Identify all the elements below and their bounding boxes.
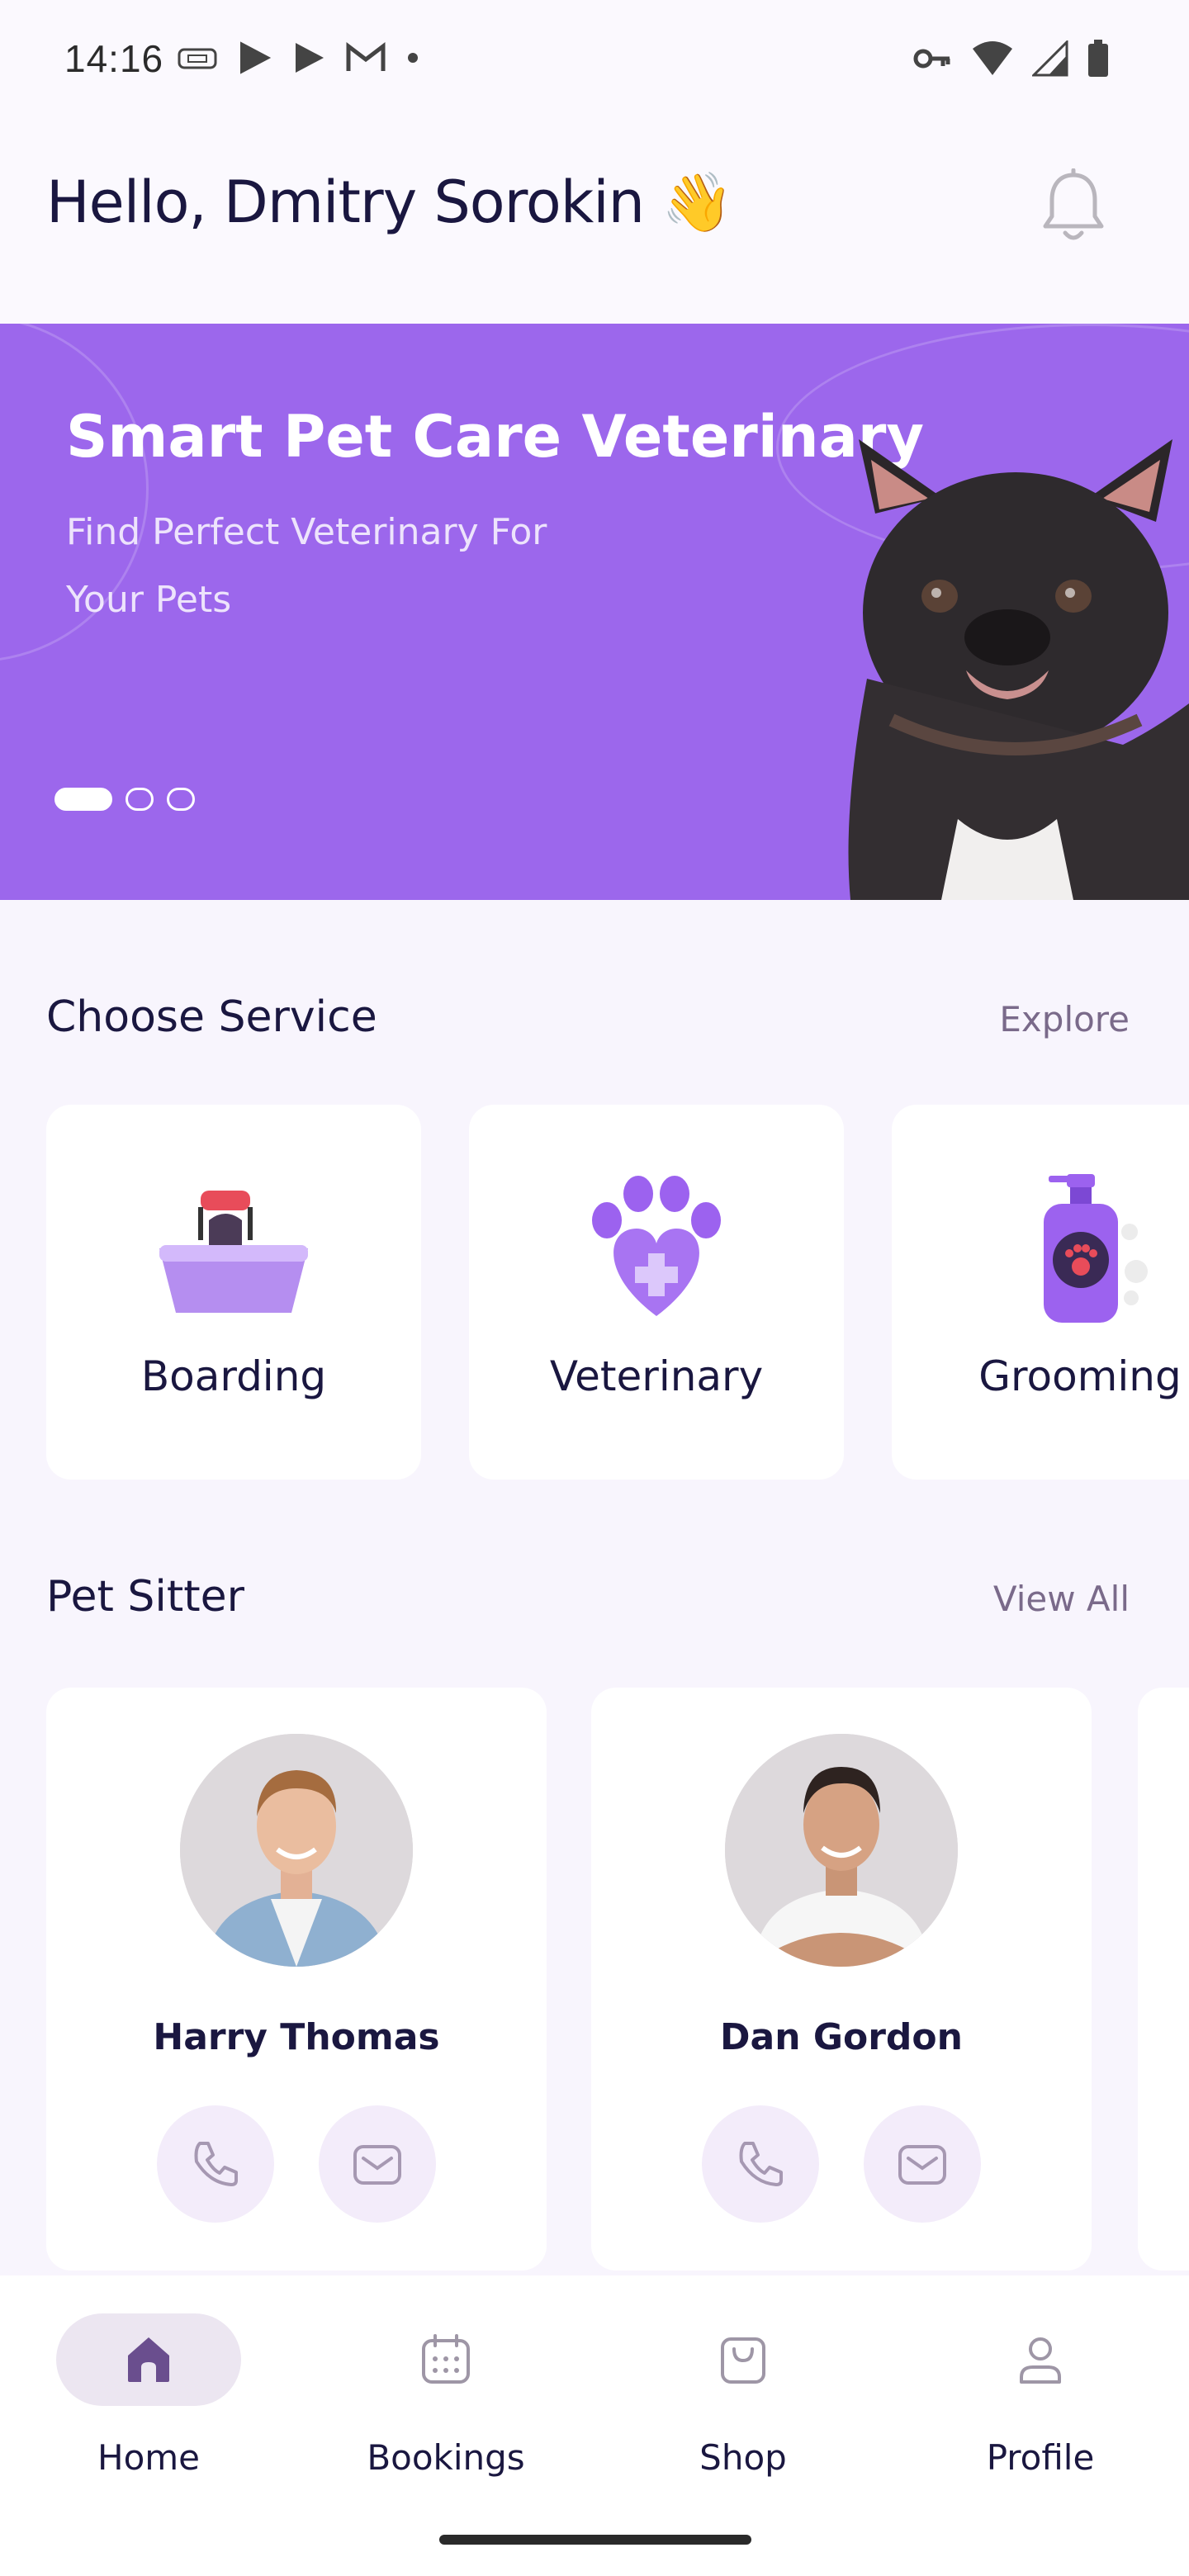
avatar (180, 1734, 413, 1967)
nav-label: Bookings (367, 2437, 525, 2478)
nav-label: Home (97, 2437, 201, 2478)
status-bar: 14:16 (0, 0, 1189, 116)
nav-home-pill[interactable] (56, 2313, 241, 2406)
service-label: Grooming (978, 1352, 1182, 1400)
call-button[interactable] (702, 2105, 819, 2223)
status-time: 14:16 (64, 37, 164, 80)
gmail-icon (346, 41, 386, 71)
sitter-photo (180, 1734, 413, 1967)
greeting-title: Hello, Dmitry Sorokin 👋 (46, 168, 733, 236)
notification-icons (177, 40, 421, 76)
bell-icon[interactable] (1037, 168, 1110, 244)
service-card-boarding[interactable]: Boarding (46, 1105, 421, 1480)
service-card-veterinary[interactable]: Veterinary (469, 1105, 844, 1480)
sitter-name: Harry Thomas (153, 2016, 440, 2058)
calendar-icon (422, 2334, 470, 2384)
service-label: Boarding (140, 1352, 327, 1400)
carousel-dot-active[interactable] (54, 788, 112, 811)
shopping-bag-icon (721, 2337, 765, 2384)
user-icon (1020, 2337, 1061, 2384)
explore-link[interactable]: Explore (999, 999, 1130, 1039)
home-indicator[interactable] (439, 2535, 751, 2545)
carousel-dot[interactable] (126, 788, 154, 811)
paw-heart-icon (592, 1176, 721, 1316)
carousel-dot[interactable] (167, 788, 195, 811)
play-store-icon (296, 43, 324, 73)
shampoo-bottle-icon (1044, 1174, 1148, 1323)
nav-profile-pill[interactable] (948, 2313, 1133, 2406)
nav-home[interactable]: Home (25, 2313, 272, 2479)
service-card-grooming[interactable]: Grooming (892, 1105, 1189, 1480)
battery-icon (1088, 40, 1108, 77)
section-title-services: Choose Service (46, 992, 377, 1042)
avatar (725, 1734, 958, 1967)
card-icon (178, 48, 217, 69)
view-all-link[interactable]: View All (993, 1579, 1130, 1619)
service-label: Veterinary (549, 1352, 764, 1400)
sitter-card[interactable]: Harry Thomas (46, 1688, 547, 2271)
message-button[interactable] (864, 2105, 981, 2223)
phone-icon (194, 2142, 238, 2186)
nav-bookings-pill[interactable] (353, 2313, 538, 2406)
sitter-card-partial[interactable] (1138, 1688, 1189, 2271)
phone-icon (739, 2142, 783, 2186)
more-dot-icon (408, 53, 418, 63)
promo-banner[interactable]: Smart Pet Care Veterinary Find Perfect V… (0, 324, 1189, 900)
carousel-indicator[interactable] (54, 788, 195, 811)
mail-icon (353, 2145, 401, 2185)
nav-label: Shop (699, 2437, 787, 2478)
app-header: Hello, Dmitry Sorokin 👋 (0, 116, 1189, 324)
section-title-sitters: Pet Sitter (46, 1572, 245, 1622)
french-bulldog-image (848, 439, 1189, 900)
nav-shop-pill[interactable] (651, 2313, 836, 2406)
signal-icon (1032, 40, 1068, 77)
sitter-card[interactable]: Dan Gordon (591, 1688, 1092, 2271)
mail-icon (898, 2145, 946, 2185)
system-icons (913, 40, 1110, 78)
nav-bookings[interactable]: Bookings (322, 2313, 570, 2479)
call-button[interactable] (157, 2105, 274, 2223)
pet-carrier-icon (159, 1191, 308, 1313)
wifi-icon (973, 41, 1012, 75)
sitter-photo (725, 1734, 958, 1967)
message-button[interactable] (319, 2105, 436, 2223)
play-store-icon (240, 41, 272, 74)
nav-profile[interactable]: Profile (917, 2313, 1164, 2479)
banner-title: Smart Pet Care Veterinary (66, 403, 925, 471)
home-icon (128, 2337, 169, 2382)
key-icon (913, 49, 950, 69)
nav-label: Profile (986, 2437, 1095, 2478)
nav-shop[interactable]: Shop (619, 2313, 867, 2479)
bottom-navigation: Home Bookings Shop Profile (0, 2275, 1189, 2576)
banner-subtitle: Find Perfect Veterinary For Your Pets (66, 511, 547, 621)
sitter-name: Dan Gordon (720, 2016, 963, 2058)
